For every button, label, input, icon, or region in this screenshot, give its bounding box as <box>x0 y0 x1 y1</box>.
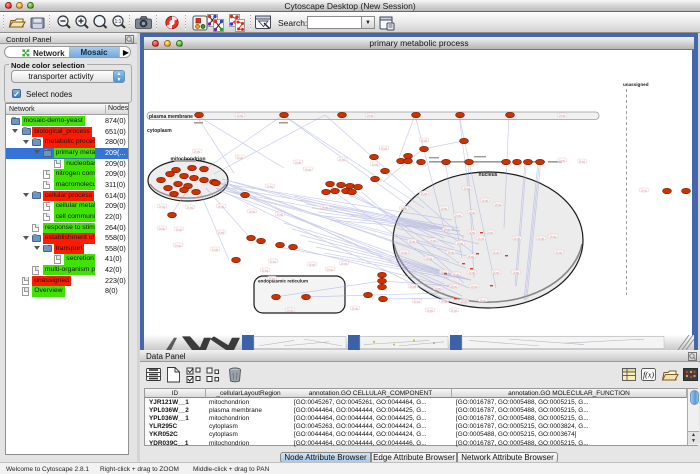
svg-text:[Yxx]: [Yxx] <box>287 308 293 312</box>
svg-text:[Yxx]: [Yxx] <box>305 167 311 171</box>
svg-text:[Yxx]: [Yxx] <box>538 236 544 240</box>
svg-text:[Yxx]: [Yxx] <box>451 308 457 312</box>
svg-text:[Yxx]: [Yxx] <box>430 238 436 242</box>
svg-text:[Yxx]: [Yxx] <box>461 299 467 303</box>
svg-text:[Yxx]: [Yxx] <box>468 254 474 258</box>
svg-text:[Yxx]: [Yxx] <box>513 270 519 274</box>
svg-text:[Yxx]: [Yxx] <box>322 205 328 209</box>
svg-text:[Yxx]: [Yxx] <box>367 113 373 117</box>
svg-text:[Yxx]: [Yxx] <box>212 247 218 251</box>
svg-text:[Yxx]: [Yxx] <box>218 204 224 208</box>
svg-text:[Yxx]: [Yxx] <box>237 113 243 117</box>
svg-text:[Yxx]: [Yxx] <box>493 270 499 274</box>
svg-text:[Yxx]: [Yxx] <box>176 227 182 231</box>
svg-text:[Yxx]: [Yxx] <box>556 250 562 254</box>
svg-text:[Yxx]: [Yxx] <box>295 160 301 164</box>
svg-text:[Yxx]: [Yxx] <box>341 261 347 265</box>
svg-text:[Yxx]: [Yxx] <box>175 243 181 247</box>
svg-text:[Yxx]: [Yxx] <box>478 236 484 240</box>
svg-text:[Yxx]: [Yxx] <box>421 191 427 195</box>
svg-text:[Yxx]: [Yxx] <box>493 250 499 254</box>
svg-text:[Yxx]: [Yxx] <box>194 149 200 153</box>
svg-text:[Yxx]: [Yxx] <box>427 308 433 312</box>
svg-text:[Yxx]: [Yxx] <box>480 298 486 302</box>
svg-text:[Yxx]: [Yxx] <box>482 198 488 202</box>
svg-text:[Yxx]: [Yxx] <box>448 250 454 254</box>
svg-text:[Yxx]: [Yxx] <box>159 226 165 230</box>
svg-text:[Yxx]: [Yxx] <box>267 184 273 188</box>
svg-text:[Yxx]: [Yxx] <box>410 284 416 288</box>
svg-text:[Yxx]: [Yxx] <box>469 230 475 234</box>
svg-text:[Yxx]: [Yxx] <box>218 230 224 234</box>
svg-text:[Yxx]: [Yxx] <box>237 155 243 159</box>
svg-text:[Yxx]: [Yxx] <box>464 186 470 190</box>
svg-text:[Yxx]: [Yxx] <box>441 299 447 303</box>
svg-text:[Yxx]: [Yxx] <box>469 270 475 274</box>
svg-text:[Yxx]: [Yxx] <box>401 250 407 254</box>
svg-text:[Yxx]: [Yxx] <box>401 206 407 210</box>
svg-text:[Yxx]: [Yxx] <box>372 162 378 166</box>
svg-text:1:1: 1:1 <box>115 19 122 25</box>
svg-text:[Yxx]: [Yxx] <box>414 299 420 303</box>
svg-text:[Yxx]: [Yxx] <box>426 256 432 260</box>
svg-text:[Yxx]: [Yxx] <box>159 204 165 208</box>
svg-text:[Yxx]: [Yxx] <box>187 205 193 209</box>
svg-text:[Yxx]: [Yxx] <box>550 234 556 238</box>
svg-text:[Yxx]: [Yxx] <box>327 267 333 271</box>
svg-text:[Yxx]: [Yxx] <box>579 159 585 163</box>
svg-text:[Yxx]: [Yxx] <box>455 213 461 217</box>
svg-text:[Yxx]: [Yxx] <box>559 113 565 117</box>
svg-text:[Yxx]: [Yxx] <box>249 209 255 213</box>
svg-text:[Yxx]: [Yxx] <box>487 230 493 234</box>
svg-text:[Yxx]: [Yxx] <box>559 158 565 162</box>
svg-text:f(x): f(x) <box>643 371 654 380</box>
svg-text:[Yxx]: [Yxx] <box>421 138 427 142</box>
svg-text:[Yxx]: [Yxx] <box>309 262 315 266</box>
svg-text:[Yxx]: [Yxx] <box>457 241 463 245</box>
svg-text:[Yxx]: [Yxx] <box>277 212 283 216</box>
svg-text:unassigned: unassigned <box>623 82 649 87</box>
svg-text:[Yxx]: [Yxx] <box>270 259 276 263</box>
svg-text:[Yxx]: [Yxx] <box>441 206 447 210</box>
svg-text:[Yxx]: [Yxx] <box>381 146 387 150</box>
svg-text:[Yxx]: [Yxx] <box>352 306 358 310</box>
svg-text:[Yxx]: [Yxx] <box>453 272 459 276</box>
svg-text:cytoplasm: cytoplasm <box>147 128 172 134</box>
svg-text:plasma membrane: plasma membrane <box>149 114 193 120</box>
svg-text:nucleus: nucleus <box>479 172 498 178</box>
svg-text:[Yxx]: [Yxx] <box>495 202 501 206</box>
svg-text:[Yxx]: [Yxx] <box>514 236 520 240</box>
svg-text:[Yxx]: [Yxx] <box>469 210 475 214</box>
svg-text:[Yxx]: [Yxx] <box>444 227 450 231</box>
svg-text:[Yxx]: [Yxx] <box>435 286 441 290</box>
svg-text:[Yxx]: [Yxx] <box>262 268 268 272</box>
svg-text:[Yxx]: [Yxx] <box>409 239 415 243</box>
svg-text:[Yxx]: [Yxx] <box>641 188 647 192</box>
svg-text:endoplasmic reticulum: endoplasmic reticulum <box>258 279 308 284</box>
svg-text:[Yxx]: [Yxx] <box>451 284 457 288</box>
svg-text:[Yxx]: [Yxx] <box>269 276 275 280</box>
svg-text:[Yxx]: [Yxx] <box>471 284 477 288</box>
svg-text:[Yxx]: [Yxx] <box>339 157 345 161</box>
